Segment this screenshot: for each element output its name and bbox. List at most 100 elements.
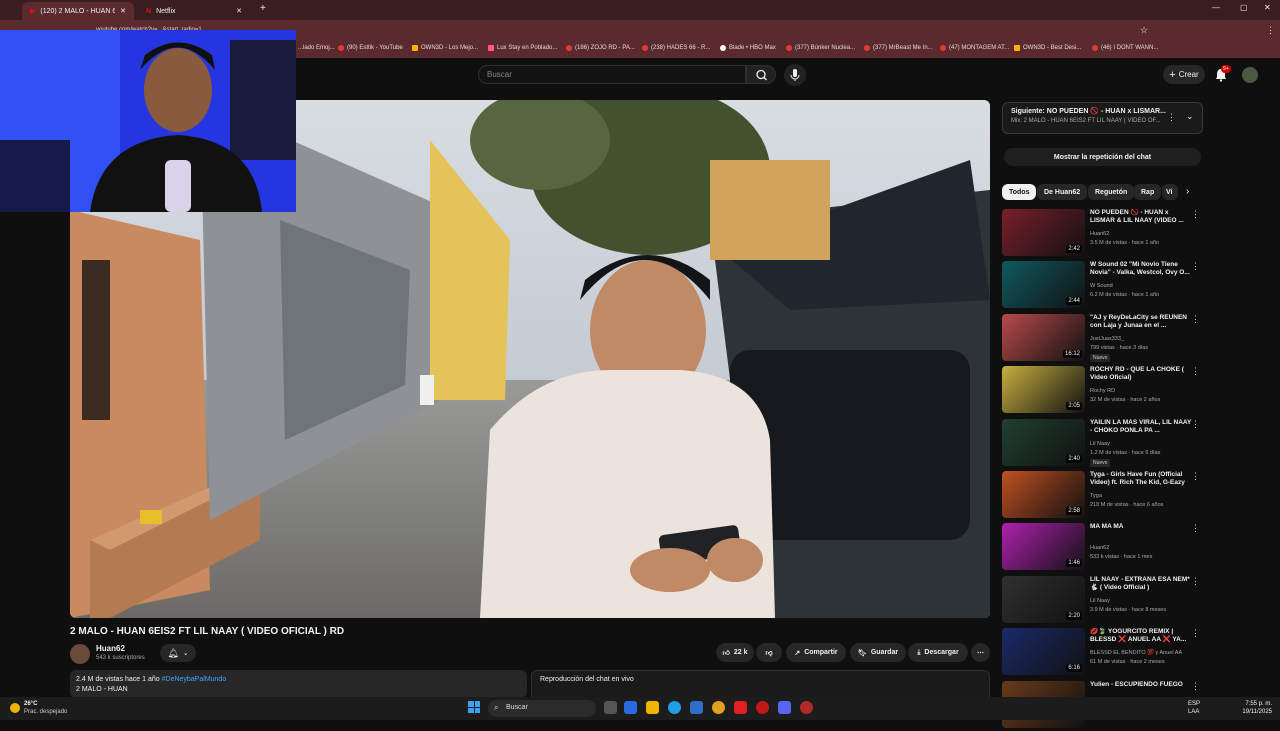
save-button[interactable]: 🔖︎ Guardar [850,643,906,662]
description-box[interactable]: 2.4 M de vistas hace 1 año #DeNeybaPalMu… [70,670,527,698]
store-icon[interactable] [690,701,703,714]
show-chat-replay-button[interactable]: Mostrar la repetición del chat [1004,148,1201,166]
more-icon[interactable]: ⋮ [1191,471,1200,482]
more-icon[interactable]: ⋮ [1191,523,1200,534]
bookmark-item[interactable]: (377) MrBeast Me In... [864,45,933,51]
subscription-bell-button[interactable]: 🔔︎ ⌄ [160,644,196,662]
more-icon[interactable]: ⋮ [1167,112,1176,123]
more-icon[interactable]: ⋮ [1191,209,1200,220]
recommendation-item[interactable]: 1:46 MA MA MÁ Huan62 533 k vistas · hace 1 … [1002,523,1202,573]
hashtag-link[interactable]: #DeNeybaPalMundo [162,676,227,683]
chip-todos[interactable]: Todos [1002,184,1037,200]
video-thumbnail[interactable]: 16:12 [1002,314,1085,361]
clock[interactable]: 7:55 p. m. 19/11/2025 [1236,700,1272,716]
obs-icon[interactable] [800,701,813,714]
language-indicator[interactable]: ESP LAA [1188,700,1200,716]
video-thumbnail[interactable]: 2:58 [1002,471,1085,518]
recommendation-item[interactable]: 2:44 W Sound 02 "Mi Novio Tiene Novia" - … [1002,261,1202,311]
recommendation-title[interactable]: Tyga - Girls Have Fun (Official Video) f… [1090,471,1193,487]
bookmark-item[interactable]: (377) Búnker Nuclea... [786,45,855,51]
recommendation-channel[interactable]: BLESSD EL BENDITO 💯 y Anuel AA [1090,650,1182,656]
video-thumbnail[interactable]: 2:42 [1002,209,1085,256]
chip-regueton[interactable]: Reguetón [1088,184,1135,200]
maximize-icon[interactable]: ▢ [1240,3,1248,12]
youtube-app-icon[interactable] [734,701,747,714]
copilot-icon[interactable] [624,701,637,714]
recommendation-item[interactable]: 2:20 LIL NAAY - EXTRAÑA ESA NEM* 🐇 ( Vide… [1002,576,1202,626]
recommendation-channel[interactable]: Huan62 [1090,545,1109,551]
bookmark-item[interactable]: Blade • HBO Max [720,45,776,51]
video-thumbnail[interactable]: 6:16 [1002,628,1085,675]
more-icon[interactable]: ⋮ [1191,366,1200,377]
bookmark-item[interactable]: (90) Esttik - YouTube [338,45,403,51]
recommendation-channel[interactable]: Lil Naay [1090,598,1110,604]
more-icon[interactable]: ⋮ [1191,576,1200,587]
recommendation-channel[interactable]: Rochy RD [1090,388,1115,394]
chrome-icon[interactable] [712,701,725,714]
recommendation-title[interactable]: MA MA MÁ [1090,523,1193,531]
recommendation-title[interactable]: LIL NAAY - EXTRAÑA ESA NEM* 🐇 ( Video Of… [1090,576,1193,592]
voice-search-button[interactable] [784,64,806,86]
recommendation-channel[interactable]: Tyga [1090,493,1102,499]
recommendation-title[interactable]: ROCHY RD - QUE LA CHOKE ( Video Oficial) [1090,366,1193,382]
close-icon[interactable]: ✕ [236,7,242,15]
recommendation-title[interactable]: W Sound 02 "Mi Novio Tiene Novia" - Valk… [1090,261,1193,277]
more-icon[interactable]: ⋮ [1191,314,1200,325]
new-tab-icon[interactable]: + [260,3,266,14]
video-thumbnail[interactable]: 2:05 [1002,366,1085,413]
channel-avatar[interactable] [70,644,90,664]
bookmark-item[interactable]: ...lado Emoj... [298,45,335,51]
avatar[interactable] [1242,67,1258,83]
chevron-down-icon[interactable]: ⌄ [1186,111,1194,122]
recommendation-channel[interactable]: Lil Naay [1090,441,1110,447]
chip-rap[interactable]: Rap [1134,184,1162,200]
video-thumbnail[interactable]: 1:46 [1002,523,1085,570]
like-button[interactable]: 👍︎ 22 k [716,643,754,662]
recommendation-title[interactable]: YAILIN LA MÁS VIRAL, LIL NAAY - CHOKO PO… [1090,419,1193,435]
bookmark-item[interactable]: OWN3D - Los Mejo... [412,45,478,51]
tab-youtube[interactable]: ▶ (120) 2 MALO - HUAN 6EIS ✕ [22,2,134,20]
task-view-icon[interactable] [604,701,617,714]
recommendation-item[interactable]: 2:42 NO PUEDEN 🚫 - HUAN x LISMAR & LIL NA… [1002,209,1202,259]
more-icon[interactable]: ⋮ [1191,419,1200,430]
share-button[interactable]: ↗ Compartir [786,643,846,662]
recommendation-item[interactable]: 2:58 Tyga - Girls Have Fun (Official Vide… [1002,471,1202,521]
tab-netflix[interactable]: N Netflix ✕ [138,2,250,20]
recommendation-item[interactable]: 2:40 YAILIN LA MÁS VIRAL, LIL NAAY - CHOK… [1002,419,1202,469]
recommendation-channel[interactable]: JustJuax333_ [1090,336,1124,342]
window-close-icon[interactable]: ✕ [1264,3,1271,12]
windows-start-icon[interactable] [468,701,480,713]
recommendation-title[interactable]: NO PUEDEN 🚫 - HUAN x LISMAR & LIL NAAY (… [1090,209,1193,225]
discord-icon[interactable] [778,701,791,714]
search-input[interactable]: Buscar [478,65,746,84]
recommendation-item[interactable]: 6:16 💋🍃 YOGURCITO REMIX | BLESSD ❌ ANUEL … [1002,628,1202,678]
recommendation-title[interactable]: 💋🍃 YOGURCITO REMIX | BLESSD ❌ ANUEL AA ❌… [1090,628,1193,644]
notifications-button[interactable]: 9+ [1213,65,1231,83]
bookmark-item[interactable]: (47) MONTAGEM AT... [940,45,1009,51]
bookmark-item[interactable]: (186) ZOJO RD - PA... [566,45,635,51]
recommendation-item[interactable]: 16:12 "AJ y ReyDeLaCity se REUNEN con Laj… [1002,314,1202,364]
chip-more[interactable]: Vi [1162,184,1178,200]
dislike-button[interactable]: 👎︎ [756,643,782,662]
star-icon[interactable]: ☆ [1140,25,1148,36]
taskbar-search[interactable]: ⌕ Buscar [488,700,596,717]
menu-icon[interactable]: ⋮ [1266,25,1275,36]
recommendation-title[interactable]: "AJ y ReyDeLaCity se REUNEN con Laja y J… [1090,314,1193,330]
recommendation-item[interactable]: 2:05 ROCHY RD - QUE LA CHOKE ( Video Ofic… [1002,366,1202,416]
video-thumbnail[interactable]: 2:44 [1002,261,1085,308]
more-actions-button[interactable]: ⋯ [971,643,990,662]
opera-icon[interactable] [756,701,769,714]
video-thumbnail[interactable]: 2:40 [1002,419,1085,466]
close-icon[interactable]: ✕ [120,7,126,15]
more-icon[interactable]: ⋮ [1191,261,1200,272]
bookmark-item[interactable]: Lux Stay en Poblado... [488,45,557,51]
edge-icon[interactable] [668,701,681,714]
weather-widget[interactable]: 26°C Prac. despejado [10,700,67,716]
recommendation-channel[interactable]: W Sound [1090,283,1113,289]
up-next-mix[interactable]: Siguiente: NO PUEDEN 🚫 - HUAN x LISMAR..… [1002,102,1203,134]
more-icon[interactable]: ⋮ [1191,628,1200,639]
bookmark-item[interactable]: (238) HADES 66 - R... [642,45,710,51]
recommendation-channel[interactable]: Huan62 [1090,231,1109,237]
bookmark-item[interactable]: OWN3D - Best Desi... [1014,45,1081,51]
minimize-icon[interactable]: — [1212,3,1220,12]
